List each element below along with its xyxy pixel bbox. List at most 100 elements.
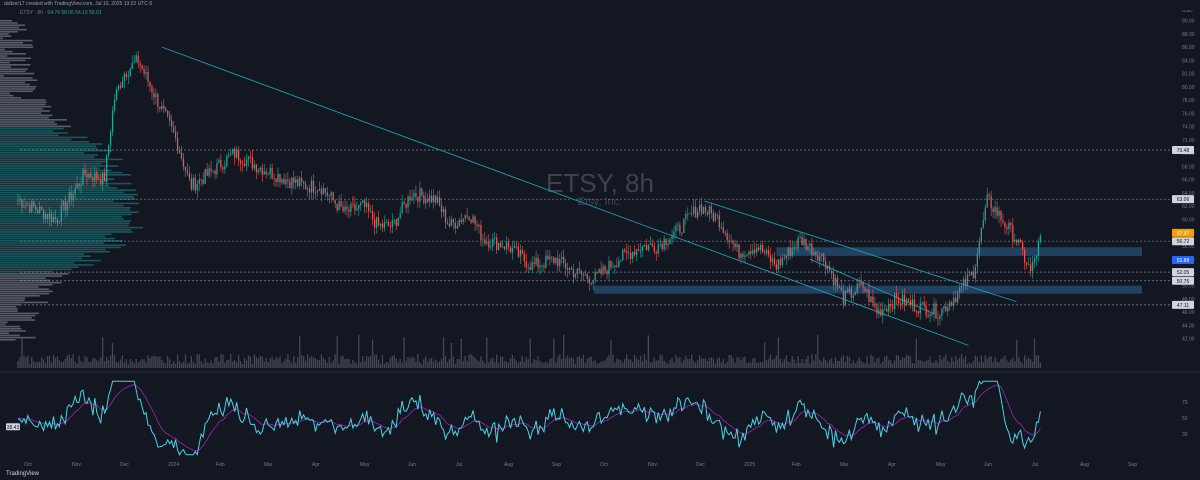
candle: [295, 176, 297, 190]
volume-bar: [409, 358, 411, 368]
candle: [324, 188, 326, 198]
volume-profile-bar: [0, 136, 88, 139]
candle-body: [291, 177, 293, 188]
candle: [734, 239, 736, 251]
candle: [1039, 233, 1042, 245]
volume-bar: [679, 357, 681, 368]
volume-bar: [297, 356, 299, 368]
candle: [259, 166, 261, 173]
candle-body: [509, 246, 512, 253]
candle: [519, 244, 521, 264]
volume-bar: [840, 357, 843, 368]
volume-bar: [509, 358, 512, 368]
candle: [159, 106, 161, 112]
oscillator-tick-label: 70: [1182, 400, 1188, 406]
candle-body: [377, 217, 380, 226]
candle-body: [186, 170, 189, 173]
volume-bar: [563, 334, 565, 368]
volume-bar: [385, 362, 388, 368]
candle-body: [119, 85, 122, 88]
volume-bar: [494, 362, 496, 368]
volume-bar: [141, 359, 143, 368]
volume-bar: [462, 360, 464, 368]
volume-bar: [324, 359, 326, 368]
volume-bar: [35, 362, 37, 368]
candle-body: [958, 288, 961, 293]
volume-profile-bar: [0, 244, 127, 246]
candle: [371, 204, 374, 226]
candle-body: [1029, 264, 1032, 272]
volume-bar: [588, 356, 590, 368]
candle-body: [289, 181, 291, 188]
candle-body: [716, 214, 718, 216]
candle: [306, 186, 309, 197]
candle: [525, 253, 527, 273]
candle-body: [137, 55, 139, 64]
candle: [442, 206, 445, 217]
candle-body: [760, 244, 762, 251]
candle-body: [113, 100, 116, 111]
candle: [381, 219, 384, 233]
volume-bar: [850, 363, 852, 368]
volume-bar: [1016, 339, 1018, 368]
volume-bar: [176, 354, 179, 368]
volume-bar: [182, 361, 185, 368]
candle-body: [107, 145, 110, 156]
volume-bar: [1020, 361, 1022, 368]
candle-body: [840, 287, 843, 291]
price-tick-label: 68.00: [1182, 164, 1195, 170]
candle-body: [1012, 225, 1014, 242]
candle-body: [754, 249, 756, 253]
volume-bar: [289, 360, 291, 368]
candle-body: [427, 198, 429, 203]
candle-body: [239, 160, 242, 164]
volume-bar: [100, 357, 102, 368]
candle: [992, 205, 994, 219]
candle-body: [121, 80, 124, 88]
volume-bar: [691, 354, 693, 368]
candle-body: [182, 158, 185, 167]
candle: [251, 149, 254, 172]
candle: [708, 204, 711, 222]
candle-body: [72, 193, 74, 201]
volume-profile-bar: [0, 312, 39, 315]
tradingview-brand: TradingView: [6, 471, 40, 477]
candle-body: [145, 72, 147, 74]
candle-body: [773, 258, 776, 265]
candle: [421, 187, 423, 198]
candle: [657, 239, 659, 257]
candle-body: [517, 246, 520, 257]
volume-bar: [750, 362, 752, 368]
candle: [358, 204, 360, 217]
price-tick-label: 84.00: [1182, 58, 1195, 64]
candle-body: [204, 169, 206, 184]
candle: [547, 250, 549, 260]
candle: [801, 232, 803, 246]
volume-bar: [19, 357, 21, 368]
candle-body: [446, 222, 449, 224]
candle: [543, 262, 545, 273]
volume-bar: [795, 363, 797, 368]
candle-body: [559, 259, 561, 267]
volume-bar: [543, 362, 545, 368]
volume-bar: [777, 337, 780, 368]
candle-body: [531, 262, 533, 271]
volume-bar: [923, 361, 925, 368]
volume-bar: [31, 356, 33, 368]
volume-bar: [232, 361, 234, 368]
volume-bar: [659, 354, 661, 368]
candle-body: [945, 306, 947, 312]
volume-bar: [381, 354, 384, 368]
candle-body: [566, 268, 569, 270]
volume-bar: [204, 358, 206, 368]
price-chart[interactable]: ETSY, 8h Etsy, Inc. 70503038.43 90.0088.…: [0, 0, 1200, 480]
candle-body: [344, 206, 346, 212]
candle-body: [529, 267, 531, 271]
volume-bar: [771, 359, 774, 368]
candle: [998, 206, 1000, 224]
volume-bar: [131, 361, 133, 368]
volume-bar: [710, 357, 713, 368]
candle: [417, 196, 419, 209]
candle-body: [454, 222, 456, 229]
candle-body: [371, 211, 374, 220]
